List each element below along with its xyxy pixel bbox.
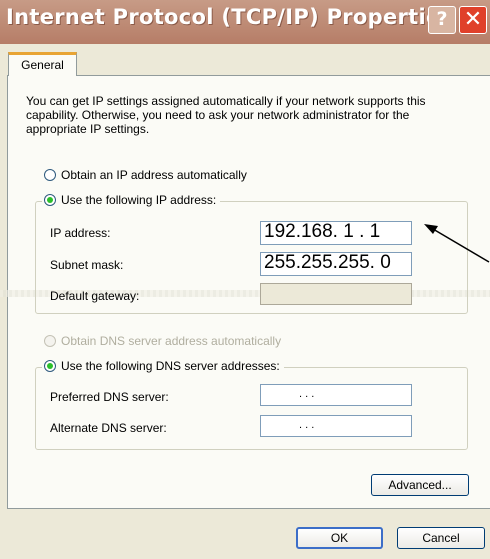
arrow-head — [424, 224, 438, 234]
arrow-line — [432, 228, 490, 263]
tab-general[interactable]: General — [8, 52, 77, 76]
annotation-arrow — [424, 224, 490, 263]
properties-dialog: Internet Protocol (TCP/IP) Properties ? … — [0, 0, 490, 559]
